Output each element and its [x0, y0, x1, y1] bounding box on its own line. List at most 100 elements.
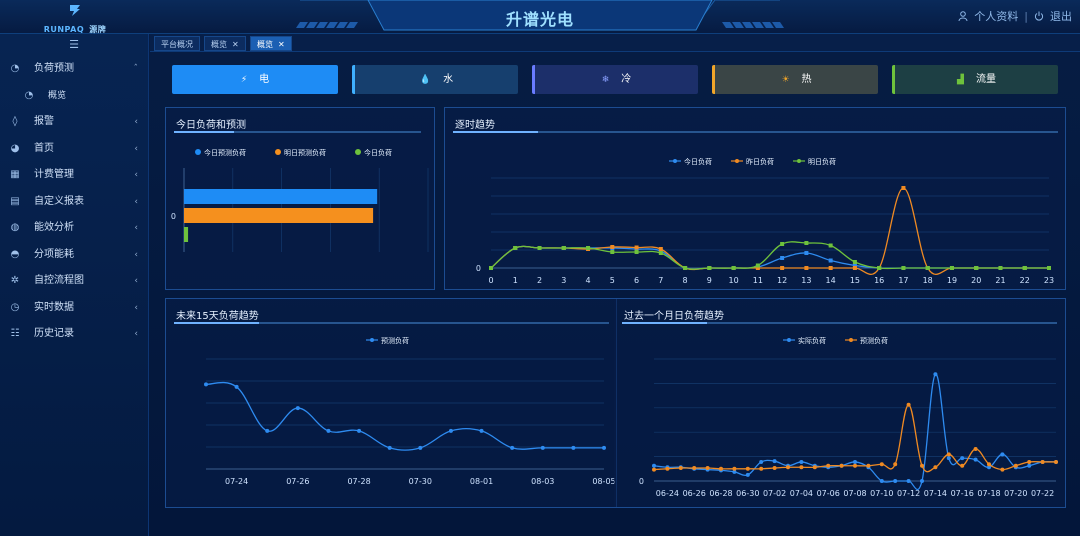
- x-tick-label: 07-16: [951, 489, 974, 498]
- category-water-button[interactable]: 💧 水: [352, 65, 518, 94]
- sidebar-toggle[interactable]: ☰: [0, 34, 148, 56]
- x-tick-label: 15: [850, 276, 860, 285]
- sidebar-item-realtime[interactable]: ◷ 实时数据 ‹: [0, 295, 148, 322]
- today-load-chart: 今日预测负荷 明日预测负荷 今日负荷 0: [171, 148, 429, 252]
- y-tick-label: 0: [639, 477, 644, 486]
- logout-link[interactable]: 退出: [1050, 8, 1072, 24]
- panel-title: 未来15天负荷趋势: [176, 311, 259, 322]
- data-point: [804, 251, 809, 255]
- data-point: [719, 466, 723, 471]
- data-point: [234, 384, 239, 389]
- header: RUNPAQ 源牌 升谱光电 个人资料 | 退出: [0, 0, 1080, 34]
- data-point: [1047, 266, 1051, 270]
- data-point: [906, 479, 911, 483]
- x-tick-label: 5: [610, 276, 615, 285]
- drop-icon: 💧: [419, 75, 432, 85]
- x-tick-label: 07-06: [817, 489, 840, 498]
- data-point: [1027, 459, 1032, 464]
- clock-icon: ◷: [10, 301, 20, 313]
- x-tick-label: 22: [1020, 276, 1030, 285]
- category-cold-button[interactable]: ❄ 冷: [532, 65, 698, 94]
- x-tick-label: 20: [971, 276, 981, 285]
- sidebar-item-label: 实时数据: [34, 301, 74, 313]
- data-point: [1040, 459, 1045, 464]
- x-tick-label: 08-01: [470, 477, 493, 486]
- chevron-left-icon: ‹: [134, 143, 138, 154]
- past-month-trend-chart: 实际负荷 预测负荷 0 06-24 06-26 06-28 06-30 07-02 07-04 0…: [639, 336, 1058, 498]
- logo[interactable]: RUNPAQ 源牌: [40, 3, 110, 34]
- data-point: [602, 445, 606, 450]
- sun-icon: ☀: [781, 75, 790, 85]
- data-point: [1000, 452, 1005, 457]
- x-tick-label: 6: [634, 276, 639, 285]
- data-point: [852, 260, 857, 264]
- close-icon[interactable]: ✕: [232, 40, 239, 49]
- tab-overview-1[interactable]: 概览 ✕: [204, 36, 246, 51]
- sidebar-item-efficiency[interactable]: ◍ 能效分析 ‹: [0, 215, 148, 242]
- sidebar-item-billing[interactable]: ▦ 计费管理 ‹: [0, 162, 148, 189]
- sidebar-item-label: 报警: [34, 116, 54, 127]
- sidebar-item-label: 自控流程图: [34, 275, 84, 286]
- chevron-left-icon: ‹: [134, 302, 138, 313]
- logo-text: RUNPAQ: [43, 25, 85, 34]
- category-flow-button[interactable]: ▟ 流量: [892, 65, 1058, 94]
- y-tick-label: 0: [171, 212, 176, 221]
- data-point: [448, 428, 453, 433]
- sidebar-item-label: 能效分析: [34, 222, 74, 233]
- data-point: [387, 445, 392, 450]
- snowflake-icon: ❄: [601, 75, 610, 85]
- x-tick-label: 11: [753, 276, 763, 285]
- tab-platform-overview[interactable]: 平台概况: [154, 36, 200, 51]
- legend-marker: [849, 338, 853, 342]
- hourly-trend-chart: 今日负荷 昨日负荷 明日负荷00 1 2 3 4 5 6 7 8 9 10 11 12 13 14 15 16 17 1…: [476, 157, 1054, 285]
- x-tick-label: 2: [537, 276, 542, 285]
- data-point: [973, 457, 978, 462]
- data-point: [745, 466, 750, 471]
- flow-chart-icon: ▟: [957, 75, 964, 85]
- sidebar-item-label: 首页: [34, 142, 54, 154]
- sidebar-item-custom-report[interactable]: ▤ 自定义报表 ‹: [0, 189, 148, 216]
- sidebar-item-load-forecast[interactable]: ◔ 负荷预测 ˆ: [0, 56, 148, 83]
- tab-label: 平台概况: [161, 40, 193, 49]
- data-point: [610, 245, 615, 249]
- legend-label: 预测负荷: [860, 336, 888, 345]
- x-tick-label: 13: [801, 276, 811, 285]
- sidebar-item-flow-diagram[interactable]: ✲ 自控流程图 ‹: [0, 268, 148, 295]
- report-icon: ▤: [10, 195, 20, 207]
- legend-label: 实际负荷: [798, 336, 826, 345]
- data-point: [946, 452, 951, 457]
- data-point: [804, 241, 809, 245]
- sidebar-item-alarm[interactable]: ◊ 报警 ‹: [0, 109, 148, 136]
- x-tick-label: 19: [947, 276, 957, 285]
- sidebar-item-label: 历史记录: [34, 328, 74, 339]
- sidebar-item-overview[interactable]: ◔ 概览: [0, 83, 148, 110]
- tab-overview-2[interactable]: 概览 ✕: [250, 36, 292, 51]
- bell-icon: ◊: [12, 116, 18, 127]
- x-tick-label: 07-10: [870, 489, 893, 498]
- data-point: [852, 266, 857, 270]
- power-icon[interactable]: [1034, 11, 1044, 21]
- sidebar-item-sub-energy[interactable]: ◓ 分项能耗 ‹: [0, 242, 148, 269]
- data-point: [295, 406, 300, 411]
- user-icon[interactable]: [958, 11, 968, 21]
- sidebar-item-home[interactable]: ◕ 首页 ‹: [0, 136, 148, 163]
- sidebar-item-history[interactable]: ☷ 历史记录 ‹: [0, 321, 148, 348]
- x-tick-label: 07-08: [843, 489, 866, 498]
- data-point: [265, 428, 270, 433]
- data-point: [537, 246, 542, 250]
- x-tick-label: 9: [707, 276, 712, 285]
- category-heat-button[interactable]: ☀ 热: [712, 65, 878, 94]
- category-electric-button[interactable]: ⚡ 电: [172, 65, 338, 94]
- sidebar: ☰ ◔ 负荷预测 ˆ ◔ 概览 ◊ 报警 ‹ ◕ 首页 ‹ ▦ 计费管理 ‹ ▤ 自定义报表 ‹ ◍ 能…: [0, 34, 149, 536]
- data-point: [479, 428, 484, 433]
- bolt-icon: ⚡: [240, 75, 248, 85]
- legend-label: 明日预测负荷: [284, 148, 326, 157]
- close-icon[interactable]: ✕: [278, 40, 285, 49]
- profile-link[interactable]: 个人资料: [974, 8, 1018, 24]
- panel-title: 过去一个月日负荷趋势: [624, 311, 724, 322]
- data-point: [510, 445, 515, 450]
- menu-icon[interactable]: ☰: [69, 38, 79, 51]
- sidebar-item-label: 负荷预测: [34, 63, 74, 74]
- data-point: [561, 246, 566, 250]
- title-plate: 升谱光电: [370, 0, 710, 34]
